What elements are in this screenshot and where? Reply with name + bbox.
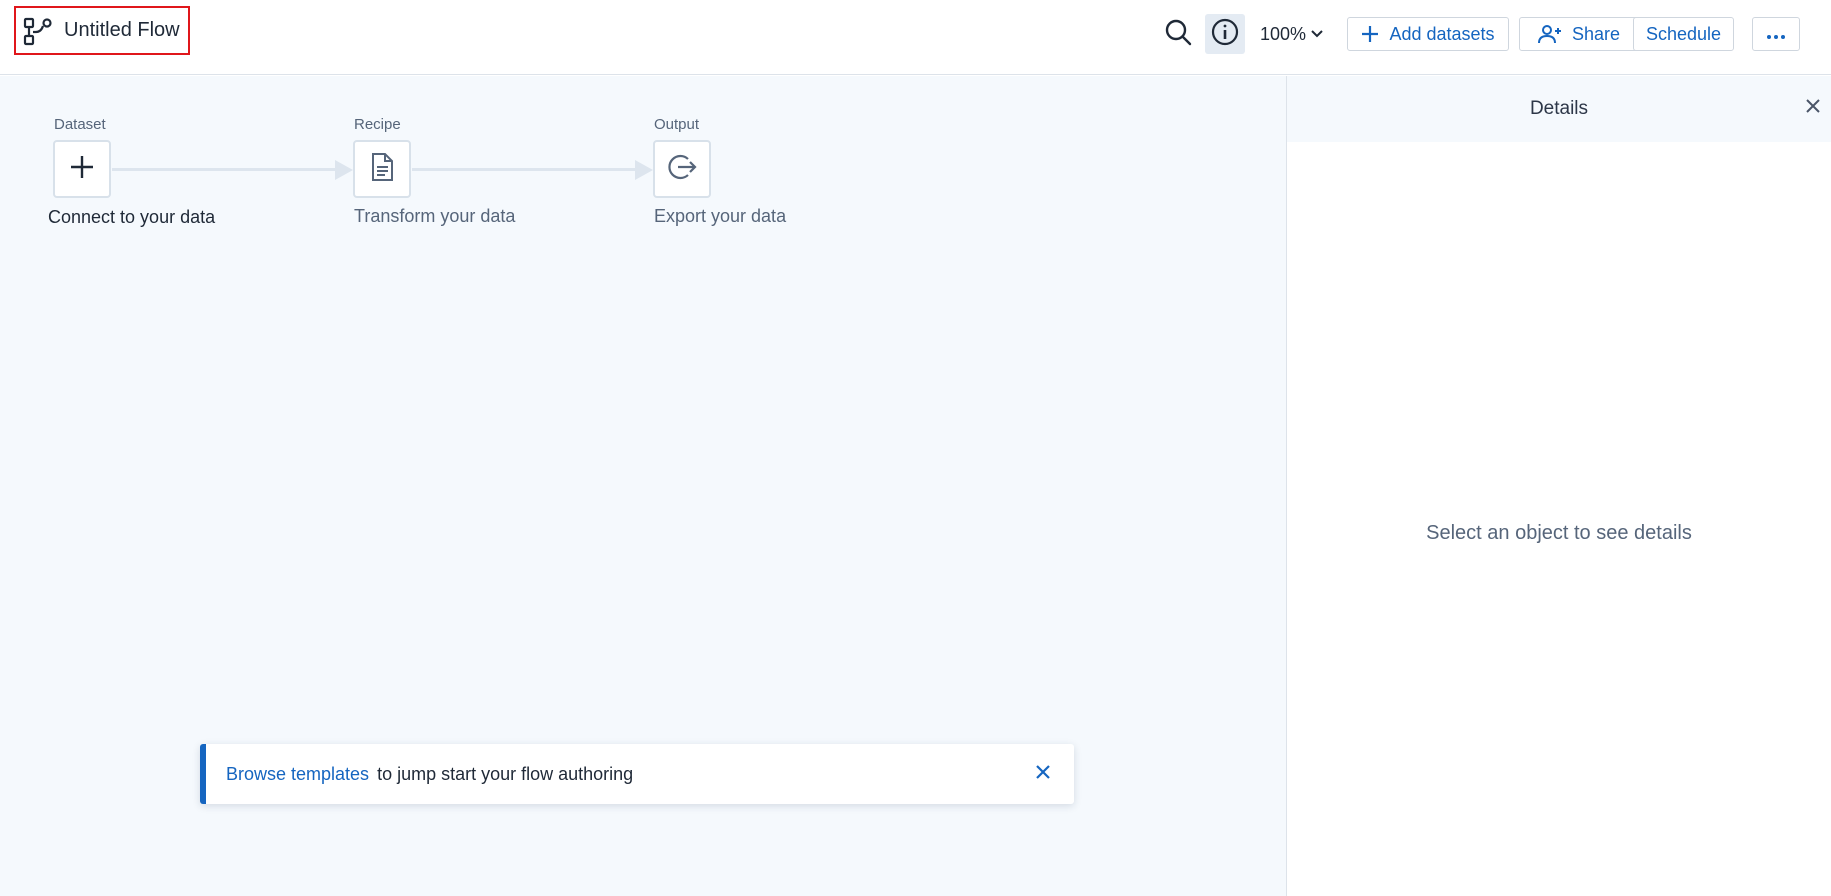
banner-close-button[interactable] — [1032, 763, 1054, 785]
plus-icon — [68, 153, 96, 186]
details-close-button[interactable] — [1802, 97, 1824, 119]
share-label: Share — [1571, 23, 1621, 44]
close-icon — [1035, 764, 1051, 785]
connector-arrow — [335, 160, 353, 180]
add-datasets-button[interactable]: Add datasets — [1347, 17, 1509, 51]
details-empty-message: Select an object to see details — [1426, 522, 1692, 544]
top-bar: Untitled Flow 100% Add datasets Share Sc… — [0, 0, 1831, 75]
zoom-level: 100% — [1260, 23, 1307, 44]
connector-line — [412, 168, 642, 171]
node-caption-recipe: Recipe — [354, 116, 401, 133]
search-icon — [1164, 18, 1192, 51]
details-panel: Details Select an object to see details — [1286, 76, 1831, 896]
document-icon — [369, 152, 395, 187]
node-caption-dataset: Dataset — [54, 116, 106, 133]
share-button[interactable]: Share — [1519, 17, 1639, 51]
more-icon — [1766, 24, 1786, 45]
add-datasets-label: Add datasets — [1389, 23, 1495, 44]
browse-templates-link[interactable]: Browse templates — [226, 764, 369, 785]
info-icon — [1211, 18, 1239, 51]
schedule-button[interactable]: Schedule — [1633, 17, 1734, 51]
banner-message: to jump start your flow authoring — [377, 763, 634, 784]
more-options-button[interactable] — [1752, 17, 1800, 51]
flow-title[interactable]: Untitled Flow — [14, 6, 190, 55]
plus-icon — [1361, 25, 1379, 43]
export-icon — [666, 152, 698, 187]
node-caption-output: Output — [654, 116, 700, 133]
flow-title-text: Untitled Flow — [64, 19, 180, 41]
templates-banner: Browse templates to jump start your flow… — [200, 744, 1074, 804]
node-label-output[interactable]: Export your data — [654, 206, 786, 227]
add-user-icon — [1537, 24, 1562, 44]
info-button[interactable] — [1205, 14, 1245, 54]
connector-arrow — [635, 160, 653, 180]
chevron-down-icon — [1310, 29, 1324, 39]
output-node[interactable] — [653, 140, 711, 198]
node-label-dataset[interactable]: Connect to your data — [48, 207, 215, 228]
dataset-node[interactable] — [53, 140, 111, 198]
node-label-recipe[interactable]: Transform your data — [354, 206, 515, 227]
close-icon — [1805, 98, 1821, 119]
zoom-dropdown[interactable]: 100% — [1260, 20, 1324, 48]
schedule-label: Schedule — [1645, 23, 1722, 44]
flow-icon — [22, 16, 52, 46]
search-button[interactable] — [1158, 14, 1198, 54]
connector-line — [112, 168, 342, 171]
recipe-node[interactable] — [353, 140, 411, 198]
details-title: Details — [1529, 98, 1589, 119]
